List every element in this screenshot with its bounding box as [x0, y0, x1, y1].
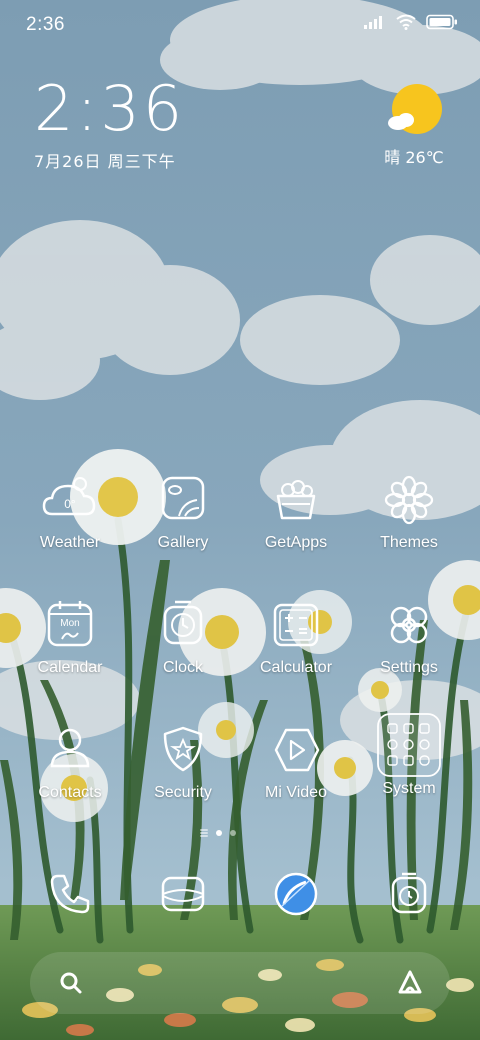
app-label-clock: Clock — [162, 659, 203, 676]
svg-text:Mon: Mon — [60, 618, 79, 629]
page-dot-2[interactable] — [230, 830, 236, 836]
gallery-icon — [161, 476, 205, 520]
wifi-icon — [396, 14, 416, 30]
app-getapps[interactable]: GetApps — [240, 470, 352, 552]
browser-icon[interactable] — [268, 866, 324, 922]
assistant-icon[interactable] — [396, 968, 424, 996]
app-label-settings: Settings — [380, 659, 438, 676]
app-security[interactable]: Security — [127, 720, 239, 802]
app-calendar[interactable]: Mon Calendar — [14, 595, 126, 677]
calculator-icon — [273, 603, 319, 647]
app-label-calculator: Calculator — [259, 659, 333, 676]
app-label-gallery: Gallery — [157, 534, 209, 551]
app-label-contacts: Contacts — [38, 784, 102, 801]
app-themes[interactable]: Themes — [353, 470, 465, 552]
clock-icon — [163, 600, 203, 645]
app-mivideo[interactable]: Mi Video — [240, 720, 352, 802]
phone-icon[interactable] — [42, 866, 98, 922]
app-label-getapps: GetApps — [264, 534, 328, 551]
status-time: 2:36 — [26, 14, 65, 35]
app-label-calendar: Calendar — [37, 659, 103, 676]
play-icon — [274, 728, 320, 772]
app-label-security: Security — [154, 784, 212, 801]
sunny-icon — [388, 84, 442, 134]
settings-icon — [390, 606, 428, 644]
app-folder-system[interactable]: System — [353, 712, 465, 798]
app-weather[interactable]: 0° Weather — [14, 470, 126, 552]
signal-icon — [364, 16, 382, 29]
weather-app-icon: 0° — [42, 477, 96, 516]
clock-widget[interactable]: 2:36 7月26日 周三下午 — [34, 78, 185, 172]
app-calculator[interactable]: Calculator — [240, 595, 352, 677]
app-contacts[interactable]: Contacts — [14, 720, 126, 802]
page-dot-feed[interactable] — [200, 832, 208, 834]
themes-icon — [384, 475, 434, 525]
contacts-icon — [50, 728, 90, 768]
app-label-themes: Themes — [380, 534, 438, 551]
widget-date: 7月26日 周三下午 — [34, 152, 176, 171]
folder-icon — [377, 713, 441, 777]
getapps-icon — [276, 480, 316, 520]
weather-text: 晴 26℃ — [384, 148, 444, 167]
weather-widget[interactable]: 晴 26℃ — [374, 82, 454, 168]
app-gallery[interactable]: Gallery — [127, 470, 239, 552]
app-label-weather: Weather — [39, 534, 101, 551]
search-bar[interactable] — [30, 952, 450, 1014]
app-label-mivideo: Mi Video — [265, 784, 327, 801]
page-dot-1[interactable] — [216, 830, 222, 836]
calendar-icon: Mon — [47, 601, 93, 647]
widget-time: 2:36 — [34, 72, 186, 145]
messages-icon[interactable] — [155, 866, 211, 922]
app-clock[interactable]: Clock — [127, 595, 239, 677]
page-indicator[interactable] — [200, 830, 236, 836]
security-icon — [163, 726, 203, 772]
app-settings[interactable]: Settings — [353, 595, 465, 677]
camera-icon[interactable] — [381, 866, 437, 922]
status-icons — [364, 14, 458, 30]
app-label-system: System — [382, 780, 436, 797]
svg-text:0°: 0° — [64, 497, 76, 511]
status-bar: 2:36 — [0, 0, 480, 50]
search-icon[interactable] — [58, 970, 84, 996]
battery-icon — [426, 14, 457, 30]
